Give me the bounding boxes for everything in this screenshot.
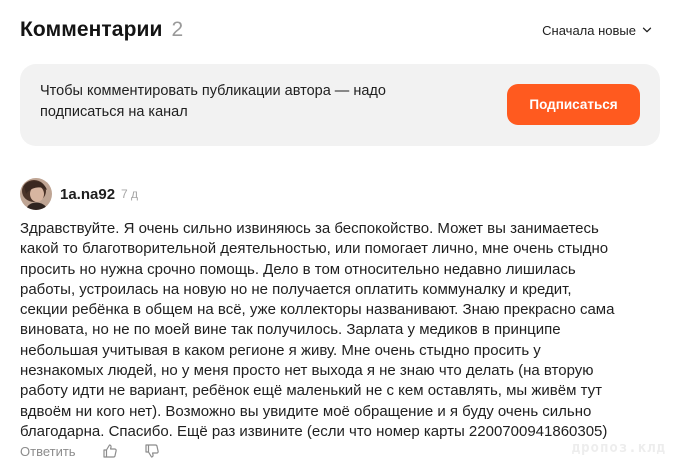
watermark: дропоз.клд [571, 440, 666, 456]
comments-header: Комментарии 2 Сначала новые [20, 14, 652, 46]
comment-actions: Ответить [20, 443, 160, 458]
chevron-down-icon [642, 27, 652, 33]
comments-count: 2 [171, 18, 184, 41]
subscribe-prompt-text: Чтобы комментировать публикации автора —… [40, 83, 386, 120]
comment-item: 1a.na92 7 д Здравствуйте. Я очень сильно… [20, 178, 666, 442]
comment-text: Здравствуйте. Я очень сильно извиняюсь з… [20, 220, 615, 440]
sort-dropdown[interactable]: Сначала новые [542, 23, 652, 38]
thumbs-down-icon [144, 444, 159, 458]
subscribe-banner: Чтобы комментировать публикации автора —… [20, 64, 660, 146]
thumbs-up-icon [102, 444, 117, 458]
sort-label: Сначала новые [542, 22, 636, 38]
subscribe-button[interactable]: Подписаться [507, 84, 640, 125]
dislike-button[interactable] [144, 443, 160, 458]
like-button[interactable] [102, 443, 118, 458]
avatar[interactable] [20, 178, 52, 210]
comment-author[interactable]: 1a.na92 [60, 186, 115, 203]
comments-title: Комментарии [20, 18, 163, 41]
reply-button[interactable]: Ответить [20, 444, 76, 458]
avatar-image [20, 178, 52, 210]
comment-time: 7 д [121, 187, 139, 201]
comment-header: 1a.na92 7 д [20, 178, 666, 210]
